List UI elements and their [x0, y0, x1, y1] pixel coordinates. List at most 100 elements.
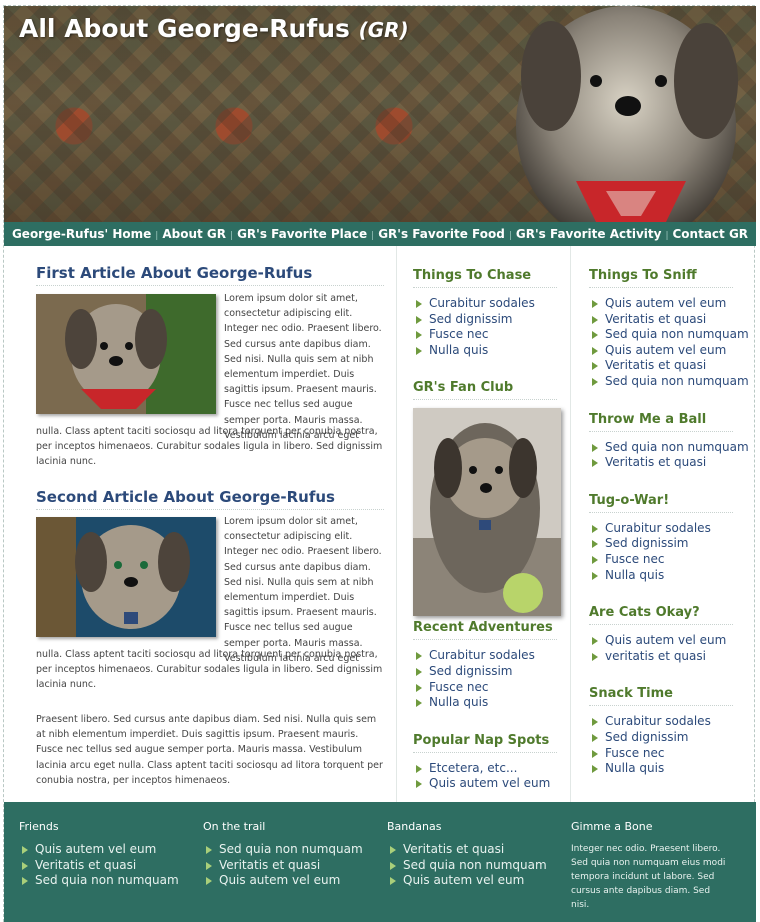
- list-item[interactable]: Quis autem vel eum: [203, 873, 363, 889]
- article-1-text-full: nulla. Class aptent taciti sociosqu ad l…: [36, 426, 383, 468]
- nav-about[interactable]: About GR: [162, 227, 226, 241]
- list-item[interactable]: Quis autem vel eum: [387, 873, 547, 889]
- list-item[interactable]: Veritatis et quasi: [387, 842, 547, 858]
- article-2-title: Second Article About George-Rufus: [36, 488, 384, 510]
- section-cats: Are Cats Okay? Quis autem vel eum verita…: [589, 605, 756, 664]
- things-to-sniff-title: Things To Sniff: [589, 268, 733, 288]
- footer-friends-list: Quis autem vel eum Veritatis et quasi Se…: [19, 842, 179, 889]
- list-item[interactable]: Sed dignissim: [589, 536, 756, 552]
- list-item[interactable]: Nulla quis: [413, 695, 570, 711]
- list-item[interactable]: Quis autem vel eum: [413, 776, 570, 792]
- section-things-to-chase: Things To Chase Curabitur sodales Sed di…: [413, 268, 570, 358]
- cats-title: Are Cats Okay?: [589, 605, 733, 626]
- sidebar-column-2: Things To Chase Curabitur sodales Sed di…: [396, 246, 570, 808]
- snack-time-title: Snack Time: [589, 686, 733, 707]
- footer-bone-title: Gimme a Bone: [571, 820, 653, 833]
- things-to-chase-list: Curabitur sodales Sed dignissim Fusce ne…: [413, 296, 570, 358]
- things-to-sniff-list: Quis autem vel eum Veritatis et quasi Se…: [589, 296, 756, 390]
- nav-favorite-activity[interactable]: GR's Favorite Activity: [516, 227, 662, 241]
- article-2-image: [36, 517, 216, 637]
- footer-bone: Gimme a Bone Integer nec odio. Praesent …: [571, 820, 731, 912]
- header-dog-photo: [516, 6, 738, 222]
- list-item[interactable]: Fusce nec: [589, 746, 756, 762]
- list-item[interactable]: Fusce nec: [413, 680, 570, 696]
- nav-favorite-place[interactable]: GR's Favorite Place: [237, 227, 367, 241]
- nav-separator: |: [508, 231, 512, 241]
- list-item[interactable]: Quis autem vel eum: [589, 633, 756, 649]
- nav-separator: |: [230, 231, 234, 241]
- footer-bandanas-title: Bandanas: [387, 820, 442, 833]
- footer-trail-title: On the trail: [203, 820, 266, 833]
- list-item[interactable]: Nulla quis: [589, 568, 756, 584]
- list-item[interactable]: Sed quia non numquam: [589, 327, 756, 343]
- article-1-text-wrap: Lorem ipsum dolor sit amet, consectetur …: [224, 293, 382, 441]
- throw-ball-title: Throw Me a Ball: [589, 412, 733, 432]
- list-item[interactable]: Sed quia non numquam: [387, 858, 547, 874]
- header-banner: All About George-Rufus (GR): [4, 6, 756, 222]
- footer-trail-list: Sed quia non numquam Veritatis et quasi …: [203, 842, 363, 889]
- list-item[interactable]: veritatis et quasi: [589, 649, 756, 665]
- list-item[interactable]: Fusce nec: [589, 552, 756, 568]
- cats-list: Quis autem vel eum veritatis et quasi: [589, 633, 756, 664]
- list-item[interactable]: Curabitur sodales: [413, 296, 570, 312]
- list-item[interactable]: Curabitur sodales: [413, 648, 570, 664]
- list-item[interactable]: Veritatis et quasi: [589, 358, 756, 374]
- recent-adventures-title: Recent Adventures: [413, 620, 557, 641]
- list-item[interactable]: Curabitur sodales: [589, 521, 756, 537]
- list-item[interactable]: Fusce nec: [413, 327, 570, 343]
- sidebar-column-3: Things To Sniff Quis autem vel eum Verit…: [570, 246, 756, 808]
- site-title: All About George-Rufus (GR): [19, 14, 409, 43]
- nav-separator: |: [155, 231, 159, 241]
- section-snack-time: Snack Time Curabitur sodales Sed digniss…: [589, 686, 756, 776]
- page-container: All About George-Rufus (GR) George-Rufus…: [3, 5, 756, 922]
- list-item[interactable]: Sed dignissim: [413, 312, 570, 328]
- footer-trail: On the trail Sed quia non numquam Verita…: [203, 820, 363, 889]
- footer-friends-title: Friends: [19, 820, 59, 833]
- throw-ball-list: Sed quia non numquam Veritatis et quasi: [589, 440, 756, 471]
- list-item[interactable]: Sed quia non numquam: [589, 440, 756, 456]
- list-item[interactable]: Sed quia non numquam: [19, 873, 179, 889]
- list-item[interactable]: Nulla quis: [413, 343, 570, 359]
- tug-of-war-title: Tug-o-War!: [589, 493, 733, 513]
- list-item[interactable]: Sed dignissim: [413, 664, 570, 680]
- footer-bandanas-list: Veritatis et quasi Sed quia non numquam …: [387, 842, 547, 889]
- footer: Friends Quis autem vel eum Veritatis et …: [4, 802, 756, 922]
- list-item[interactable]: Veritatis et quasi: [589, 312, 756, 328]
- nav-separator: |: [371, 231, 375, 241]
- list-item[interactable]: Veritatis et quasi: [19, 858, 179, 874]
- section-things-to-sniff: Things To Sniff Quis autem vel eum Verit…: [589, 268, 756, 390]
- section-nap-spots: Popular Nap Spots Etcetera, etc... Quis …: [413, 733, 570, 792]
- recent-adventures-list: Curabitur sodales Sed dignissim Fusce ne…: [413, 648, 570, 710]
- snack-time-list: Curabitur sodales Sed dignissim Fusce ne…: [589, 714, 756, 776]
- article-1-image: [36, 294, 216, 414]
- list-item[interactable]: Quis autem vel eum: [589, 296, 756, 312]
- nav-favorite-food[interactable]: GR's Favorite Food: [378, 227, 505, 241]
- list-item[interactable]: Quis autem vel eum: [589, 343, 756, 359]
- nav-separator: |: [665, 231, 669, 241]
- footer-friends: Friends Quis autem vel eum Veritatis et …: [19, 820, 179, 889]
- nav-contact[interactable]: Contact GR: [673, 227, 749, 241]
- tug-of-war-list: Curabitur sodales Sed dignissim Fusce ne…: [589, 521, 756, 583]
- list-item[interactable]: Veritatis et quasi: [589, 455, 756, 471]
- section-tug-of-war: Tug-o-War! Curabitur sodales Sed digniss…: [589, 493, 756, 583]
- footer-bone-text: Integer nec odio. Praesent libero. Sed q…: [571, 844, 726, 910]
- list-item[interactable]: Nulla quis: [589, 761, 756, 777]
- fan-club-title: GR's Fan Club: [413, 380, 557, 401]
- list-item[interactable]: Etcetera, etc...: [413, 761, 570, 777]
- list-item[interactable]: Veritatis et quasi: [203, 858, 363, 874]
- nap-spots-title: Popular Nap Spots: [413, 733, 557, 753]
- list-item[interactable]: Sed quia non numquam: [203, 842, 363, 858]
- list-item[interactable]: Quis autem vel eum: [19, 842, 179, 858]
- main-nav: George-Rufus' Home | About GR | GR's Favorit…: [4, 222, 756, 246]
- footer-bandanas: Bandanas Veritatis et quasi Sed quia non…: [387, 820, 547, 889]
- nav-home[interactable]: George-Rufus' Home: [12, 227, 151, 241]
- article-1-title: First Article About George-Rufus: [36, 264, 384, 286]
- section-fan-club: GR's Fan Club: [413, 380, 570, 617]
- article-2-text-wrap: Lorem ipsum dolor sit amet, consectetur …: [224, 516, 382, 664]
- list-item[interactable]: Sed dignissim: [589, 730, 756, 746]
- section-recent-adventures: Recent Adventures Curabitur sodales Sed …: [413, 620, 570, 710]
- list-item[interactable]: Curabitur sodales: [589, 714, 756, 730]
- section-throw-ball: Throw Me a Ball Sed quia non numquam Ver…: [589, 412, 756, 471]
- things-to-chase-title: Things To Chase: [413, 268, 557, 288]
- list-item[interactable]: Sed quia non numquam: [589, 374, 756, 390]
